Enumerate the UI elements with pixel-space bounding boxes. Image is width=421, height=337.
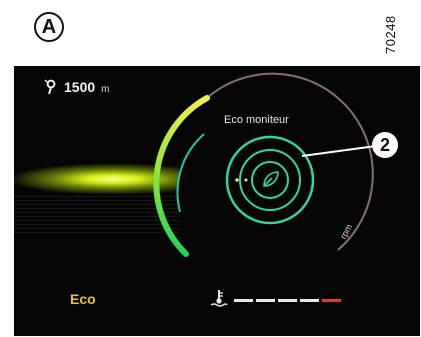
eco-dot-white — [244, 178, 248, 182]
instrument-display: 1500 m Eco moniteur rpm 2 Eco — [14, 66, 420, 336]
temperature-segment — [300, 299, 319, 302]
figure-badge-letter: A — [41, 15, 57, 38]
rev-inner-arc — [176, 133, 205, 213]
temperature-segment — [256, 299, 275, 302]
callout-number: 2 — [379, 134, 390, 155]
eco-dot-yellow — [235, 178, 239, 182]
figure-badge: A — [34, 12, 64, 42]
coolant-temperature-gauge — [234, 299, 341, 302]
temperature-segment — [278, 299, 297, 302]
leaf-icon — [263, 171, 279, 187]
eco-mode-label: Eco — [70, 291, 96, 307]
gauge-title: Eco moniteur — [224, 114, 289, 126]
temperature-segment — [322, 299, 341, 302]
coolant-temperature-icon — [210, 290, 228, 307]
temperature-segment — [234, 299, 253, 302]
callout-marker: 2 — [372, 132, 398, 158]
figure-image-number: 70248 — [383, 15, 398, 54]
callout-leader-line — [301, 145, 377, 157]
rev-arc — [153, 95, 210, 257]
